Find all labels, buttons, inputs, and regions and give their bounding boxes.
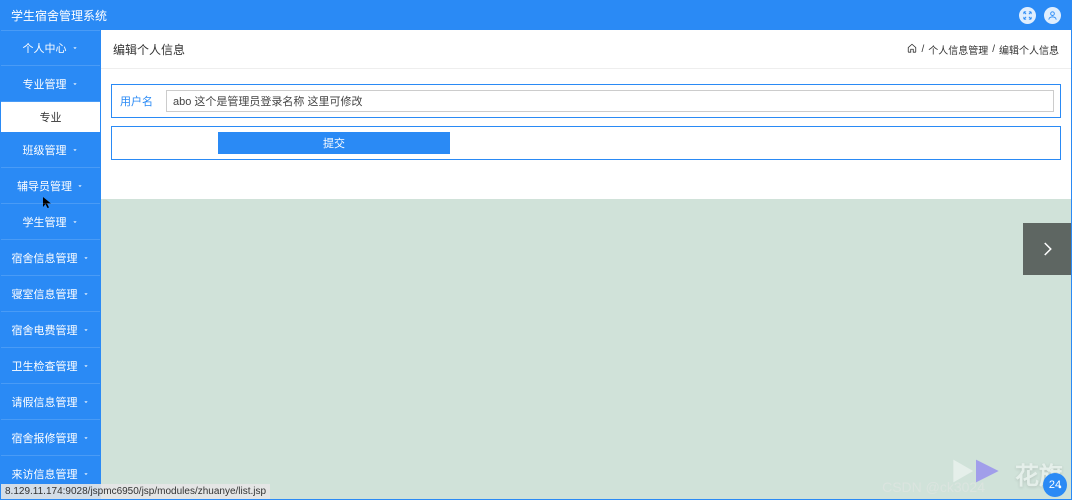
- page-title: 编辑个人信息: [113, 41, 185, 58]
- breadcrumb-current: 编辑个人信息: [999, 42, 1059, 57]
- sidebar-item-leave[interactable]: 请假信息管理: [1, 384, 100, 420]
- chevron-down-icon: [82, 290, 90, 298]
- user-icon[interactable]: [1044, 7, 1061, 24]
- sidebar-item-major-sub[interactable]: 专业: [1, 102, 100, 132]
- app-header: 学生宿舍管理系统: [1, 1, 1071, 30]
- sidebar-item-personal[interactable]: 个人中心: [1, 30, 100, 66]
- sidebar-item-label: 寝室信息管理: [12, 286, 78, 302]
- chevron-down-icon: [82, 362, 90, 370]
- app-title: 学生宿舍管理系统: [11, 7, 107, 24]
- sidebar-item-label: 卫生检查管理: [12, 358, 78, 374]
- chevron-down-icon: [82, 398, 90, 406]
- sidebar-item-label: 个人中心: [23, 40, 67, 56]
- watermark-sub: CSDN @ck3024: [882, 479, 985, 495]
- sidebar-item-class[interactable]: 班级管理: [1, 132, 100, 168]
- chevron-down-icon: [82, 326, 90, 334]
- main-area: 个人中心 专业管理 专业 班级管理 辅导员管理 学生管理: [1, 30, 1071, 499]
- username-input[interactable]: [166, 90, 1054, 112]
- sidebar-item-repair[interactable]: 宿舍报修管理: [1, 420, 100, 456]
- sidebar-item-label: 专业: [40, 109, 62, 125]
- corner-badge[interactable]: 24: [1043, 473, 1067, 497]
- gear-icon: [1055, 482, 1065, 495]
- chevron-down-icon: [71, 44, 79, 52]
- header-actions: [1019, 7, 1061, 24]
- sidebar-item-hygiene[interactable]: 卫生检查管理: [1, 348, 100, 384]
- breadcrumb-section[interactable]: 个人信息管理: [928, 42, 988, 57]
- content-background: [101, 199, 1071, 499]
- chevron-down-icon: [71, 80, 79, 88]
- breadcrumb-sep: /: [921, 44, 924, 55]
- breadcrumb-sep: /: [992, 44, 995, 55]
- chevron-down-icon: [76, 182, 84, 190]
- content-area: 编辑个人信息 / 个人信息管理 / 编辑个人信息 用户名 提交: [101, 30, 1071, 499]
- sidebar: 个人中心 专业管理 专业 班级管理 辅导员管理 学生管理: [1, 30, 101, 499]
- next-slide-button[interactable]: [1023, 223, 1071, 275]
- breadcrumb: / 个人信息管理 / 编辑个人信息: [907, 42, 1059, 57]
- sidebar-item-student[interactable]: 学生管理: [1, 204, 100, 240]
- chevron-down-icon: [82, 470, 90, 478]
- submit-button[interactable]: 提交: [218, 132, 450, 154]
- username-label: 用户名: [120, 93, 160, 109]
- chevron-down-icon: [71, 146, 79, 154]
- fullscreen-icon[interactable]: [1019, 7, 1036, 24]
- sidebar-item-label: 宿舍电费管理: [12, 322, 78, 338]
- sidebar-item-label: 专业管理: [23, 76, 67, 92]
- status-bar-url: 8.129.11.174:9028/jspmc6950/jsp/modules/…: [1, 484, 270, 499]
- sidebar-item-dorm-info[interactable]: 宿舍信息管理: [1, 240, 100, 276]
- sidebar-item-label: 请假信息管理: [12, 394, 78, 410]
- content-header: 编辑个人信息 / 个人信息管理 / 编辑个人信息: [101, 30, 1071, 69]
- sidebar-item-label: 宿舍信息管理: [12, 250, 78, 266]
- sidebar-item-label: 辅导员管理: [17, 178, 72, 194]
- sidebar-item-room-info[interactable]: 寝室信息管理: [1, 276, 100, 312]
- home-icon[interactable]: [907, 43, 917, 56]
- app-root: 学生宿舍管理系统 个人中心 专业管理 专业: [0, 0, 1072, 500]
- chevron-down-icon: [71, 218, 79, 226]
- sidebar-item-label: 宿舍报修管理: [12, 430, 78, 446]
- form-row-submit: 提交: [111, 126, 1061, 160]
- chevron-down-icon: [82, 434, 90, 442]
- sidebar-item-electric[interactable]: 宿舍电费管理: [1, 312, 100, 348]
- form-area: 用户名 提交: [101, 69, 1071, 199]
- sidebar-item-counselor[interactable]: 辅导员管理: [1, 168, 100, 204]
- form-row-username: 用户名: [111, 84, 1061, 118]
- sidebar-item-label: 来访信息管理: [12, 466, 78, 482]
- sidebar-item-label: 学生管理: [23, 214, 67, 230]
- chevron-down-icon: [82, 254, 90, 262]
- sidebar-item-label: 班级管理: [23, 142, 67, 158]
- sidebar-item-major[interactable]: 专业管理: [1, 66, 100, 102]
